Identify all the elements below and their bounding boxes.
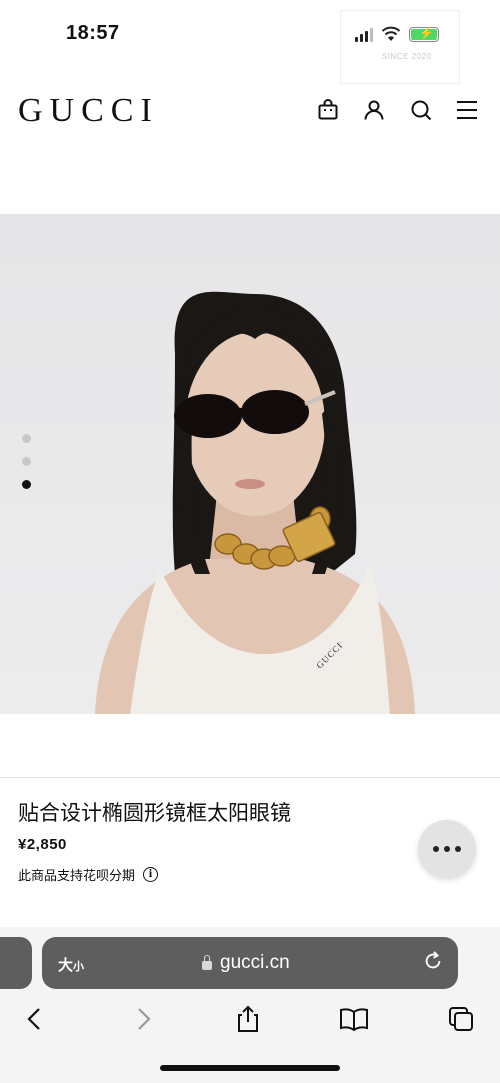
product-price: ¥2,850 [18,836,67,853]
carousel-dot[interactable] [22,434,31,443]
more-dots-icon [433,846,439,852]
status-icons: ⚡ [355,26,439,42]
chat-more-button[interactable] [418,820,476,878]
battery-icon: ⚡ [409,26,439,42]
previous-tab-preview[interactable] [0,937,32,989]
back-icon[interactable] [20,1004,50,1034]
brand-logo[interactable]: GUCCI [18,92,159,130]
home-indicator[interactable] [160,1065,340,1071]
status-time: 18:57 [66,22,120,44]
section-divider [0,777,500,778]
installment-text: 此商品支持花呗分期 [18,868,136,883]
reload-icon[interactable] [422,950,444,972]
share-icon[interactable] [233,1004,263,1034]
carousel-dot-active[interactable] [22,480,31,489]
info-icon[interactable]: i [143,867,159,882]
carousel-dots [22,434,31,489]
product-image[interactable]: GUCCI [0,214,500,714]
carousel-dot[interactable] [22,457,31,466]
signal-icon [355,26,373,42]
menu-icon[interactable] [455,98,479,122]
status-overlay-box [340,10,460,84]
shopping-bag-icon[interactable] [316,98,340,122]
installment-row: 此商品支持花呗分期 i [18,865,159,884]
search-icon[interactable] [409,98,433,122]
text-size-button[interactable]: 大小 [58,954,84,975]
url-text: gucci.cn [220,952,290,973]
bookmarks-icon[interactable] [339,1004,369,1034]
url-display[interactable]: gucci.cn [202,952,290,974]
product-title: 贴合设计椭圆形镜框太阳眼镜 [18,802,291,825]
model-with-sunglasses-illustration: GUCCI [95,291,415,714]
watermark-text: SINCE 2020 [382,52,432,61]
address-bar[interactable]: 大小 gucci.cn [42,937,458,989]
user-icon[interactable] [362,98,386,122]
wifi-icon [381,26,401,41]
lock-icon [202,955,212,970]
tabs-icon[interactable] [446,1004,476,1034]
forward-icon[interactable] [128,1004,158,1034]
